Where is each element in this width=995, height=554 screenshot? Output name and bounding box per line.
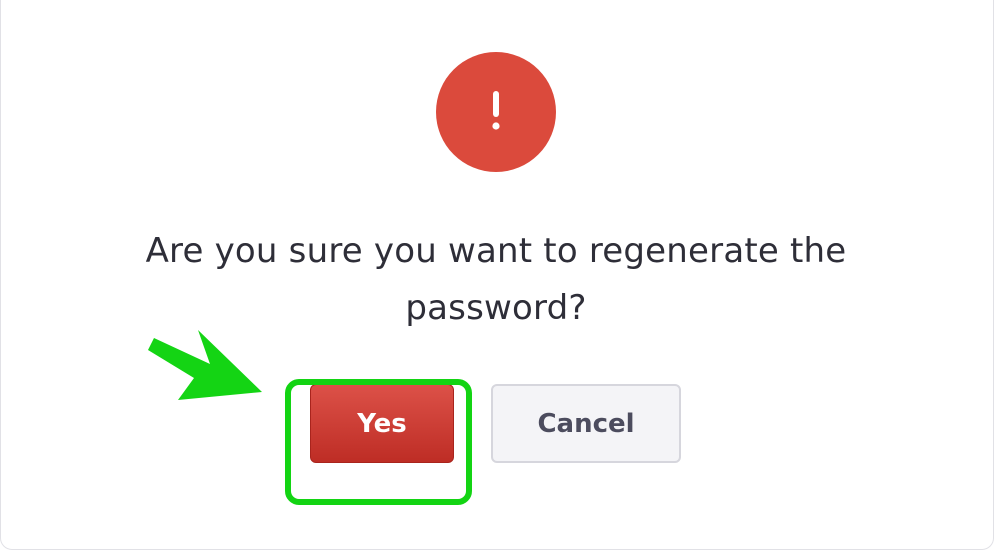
yes-button[interactable]: Yes <box>310 384 454 463</box>
confirm-message: Are you sure you want to regenerate the … <box>145 231 847 328</box>
warning-icon <box>436 52 556 172</box>
confirm-dialog: Are you sure you want to regenerate the … <box>0 0 994 550</box>
cancel-button[interactable]: Cancel <box>491 384 681 463</box>
green-arrow-icon <box>148 330 262 400</box>
exclamation-icon <box>492 91 500 130</box>
